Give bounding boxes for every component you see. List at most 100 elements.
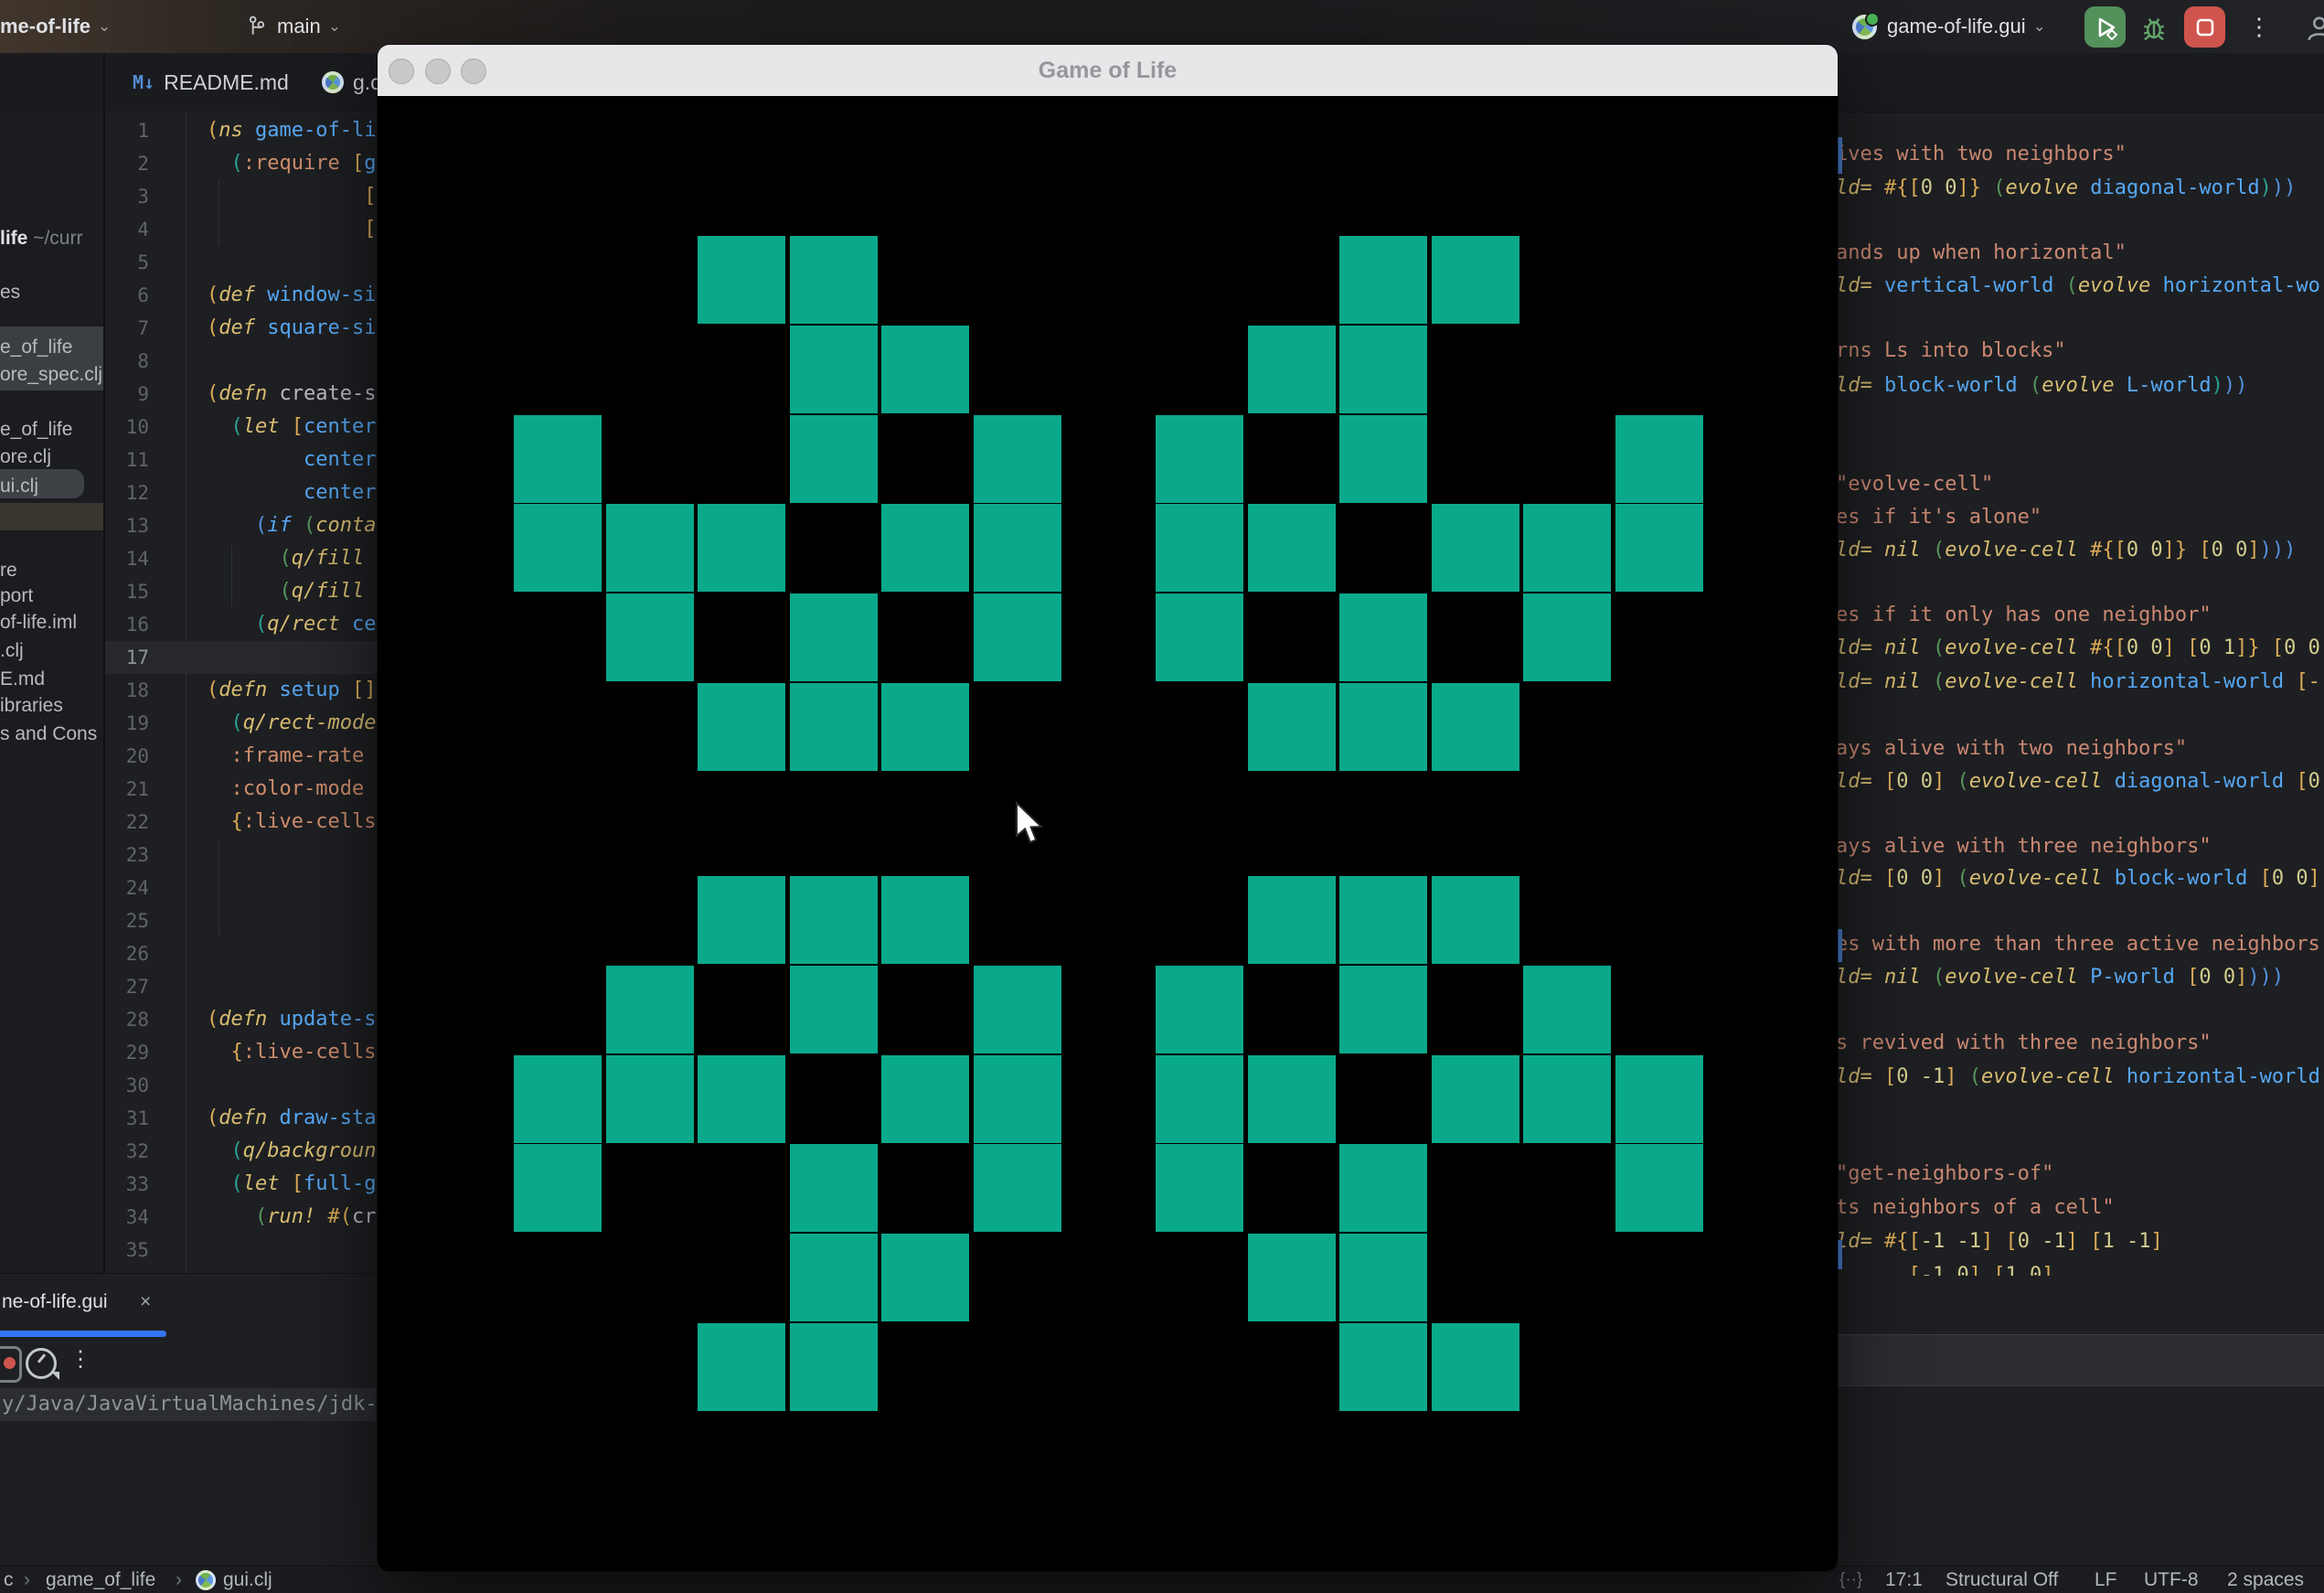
tree-item[interactable]: ui.clj bbox=[0, 473, 103, 500]
live-cell bbox=[790, 1234, 878, 1321]
code-line: es if it's alone" bbox=[1836, 501, 2041, 534]
code-line: ld= [0 -1] (evolve-cell horizontal-world bbox=[1836, 1061, 2320, 1094]
line-number: 35 bbox=[105, 1234, 149, 1267]
bottom-panel-divider bbox=[0, 1273, 378, 1274]
line-number: 19 bbox=[105, 707, 149, 740]
line-number: 9 bbox=[105, 378, 149, 411]
live-cell bbox=[790, 415, 878, 503]
code-line: (def square-si bbox=[207, 312, 376, 345]
live-cell bbox=[1523, 966, 1611, 1053]
window-titlebar[interactable]: Game of Life bbox=[378, 45, 1838, 96]
live-cell bbox=[1339, 326, 1427, 413]
code-line: :frame-rate bbox=[207, 740, 364, 773]
code-line: ld= block-world (evolve L-world))) bbox=[1836, 369, 2247, 402]
live-cell bbox=[790, 876, 878, 964]
live-cell bbox=[1615, 504, 1703, 592]
live-cell bbox=[1432, 504, 1519, 592]
live-cell bbox=[1248, 1055, 1336, 1143]
live-cell bbox=[1156, 1144, 1243, 1232]
line-number: 17 bbox=[105, 641, 149, 674]
tree-item[interactable]: .clj bbox=[0, 637, 103, 665]
breadcrumb[interactable]: game_of_life bbox=[46, 1566, 155, 1593]
live-cell bbox=[1339, 593, 1427, 681]
code-line: "evolve-cell" bbox=[1836, 468, 1993, 501]
status-item[interactable]: LF bbox=[2095, 1566, 2117, 1593]
live-cell bbox=[1339, 236, 1427, 324]
more-options-button[interactable]: ⋮ bbox=[2247, 0, 2271, 53]
tree-item[interactable]: es bbox=[0, 279, 103, 306]
stop-button[interactable] bbox=[2184, 6, 2225, 48]
structure-widget-icon[interactable]: {··} bbox=[1839, 1566, 1862, 1593]
tab-readme[interactable]: M↓ README.md bbox=[133, 53, 289, 112]
tree-item[interactable]: re bbox=[0, 557, 103, 584]
profile-icon[interactable] bbox=[2304, 13, 2324, 48]
live-cell bbox=[514, 1144, 602, 1232]
tree-item[interactable]: ore.clj bbox=[0, 444, 103, 471]
code-line: (:require [g bbox=[207, 147, 376, 180]
code-line: [q bbox=[207, 180, 389, 213]
gutter-divider bbox=[186, 112, 187, 1273]
code-line: (q/fill bbox=[207, 542, 376, 575]
status-item[interactable]: 2 spaces bbox=[2227, 1566, 2304, 1593]
code-line: ld= [0 0] (evolve-cell diagonal-world [0 bbox=[1836, 765, 2320, 798]
tree-item[interactable]: E.md bbox=[0, 666, 103, 693]
line-number: 8 bbox=[105, 345, 149, 378]
live-cell bbox=[1248, 1234, 1336, 1321]
live-cell bbox=[974, 504, 1061, 592]
code-line: (let [full-g bbox=[207, 1168, 376, 1201]
status-item[interactable]: UTF-8 bbox=[2144, 1566, 2199, 1593]
tree-item[interactable]: life ~/curr bbox=[0, 225, 103, 252]
tree-item[interactable]: port bbox=[0, 583, 103, 610]
tree-item[interactable]: e_of_life bbox=[0, 416, 103, 444]
line-number: 31 bbox=[105, 1102, 149, 1135]
status-item[interactable]: 17:1 bbox=[1885, 1566, 1923, 1593]
live-cell bbox=[1156, 1055, 1243, 1143]
code-line: ld= #{[0 0]} (evolve diagonal-world))) bbox=[1836, 172, 2296, 205]
code-line: [-1 0] [1 0] bbox=[1836, 1259, 2053, 1276]
tree-item[interactable]: s and Cons bbox=[0, 721, 103, 748]
live-cell bbox=[1248, 876, 1336, 964]
tree-item[interactable]: of-life.iml bbox=[0, 609, 103, 636]
code-line: {:live-cells bbox=[207, 806, 376, 839]
close-icon[interactable]: × bbox=[140, 1291, 151, 1313]
panel-more-options-icon[interactable]: ⋮ bbox=[69, 1346, 91, 1373]
breadcrumb-file[interactable]: gui.clj bbox=[223, 1566, 272, 1593]
editor-left[interactable]: 1234567891011121314151617181920212223242… bbox=[105, 112, 379, 1273]
run-config-selector[interactable]: game-of-life.gui ⌄ bbox=[1852, 0, 2046, 53]
code-line: (q/rect ce bbox=[207, 608, 376, 641]
live-cell bbox=[1339, 876, 1427, 964]
project-tree[interactable]: life ~/currese_of_lifeore_spec.clje_of_l… bbox=[0, 112, 103, 1273]
live-cell bbox=[1523, 1055, 1611, 1143]
tree-item[interactable]: ore_spec.clj bbox=[0, 361, 103, 389]
rerun-icon[interactable] bbox=[0, 1346, 22, 1383]
debug-button[interactable] bbox=[2139, 13, 2169, 47]
live-cell bbox=[881, 683, 969, 771]
breadcrumb[interactable]: c bbox=[4, 1566, 14, 1593]
status-item[interactable]: Structural Off bbox=[1946, 1566, 2058, 1593]
line-number: 12 bbox=[105, 476, 149, 509]
run-tab-label[interactable]: ne-of-life.gui bbox=[2, 1291, 108, 1313]
tree-item[interactable]: e_of_life bbox=[0, 334, 103, 361]
project-widget[interactable]: me-of-life ⌄ bbox=[0, 0, 111, 53]
game-of-life-window: Game of Life bbox=[378, 45, 1838, 1571]
markdown-icon: M↓ bbox=[133, 71, 155, 93]
window-zoom-button[interactable] bbox=[461, 59, 486, 84]
line-number: 25 bbox=[105, 904, 149, 937]
branch-widget[interactable]: main ⌄ bbox=[245, 0, 341, 53]
live-cell bbox=[698, 504, 785, 592]
code-line: es with more than three active neighbors bbox=[1836, 928, 2320, 961]
live-cell bbox=[974, 1055, 1061, 1143]
live-cell bbox=[1523, 504, 1611, 592]
code-line: (let [center bbox=[207, 411, 376, 444]
live-cell bbox=[1432, 236, 1519, 324]
line-number: 27 bbox=[105, 970, 149, 1003]
live-cell bbox=[881, 504, 969, 592]
tree-item[interactable]: ibraries bbox=[0, 692, 103, 720]
live-cell bbox=[1615, 1055, 1703, 1143]
live-cell bbox=[698, 236, 785, 324]
run-button[interactable] bbox=[2084, 6, 2126, 48]
window-minimize-button[interactable] bbox=[425, 59, 451, 84]
tab-gui[interactable]: g.c bbox=[322, 53, 381, 112]
window-close-button[interactable] bbox=[389, 59, 414, 84]
line-number: 14 bbox=[105, 542, 149, 575]
